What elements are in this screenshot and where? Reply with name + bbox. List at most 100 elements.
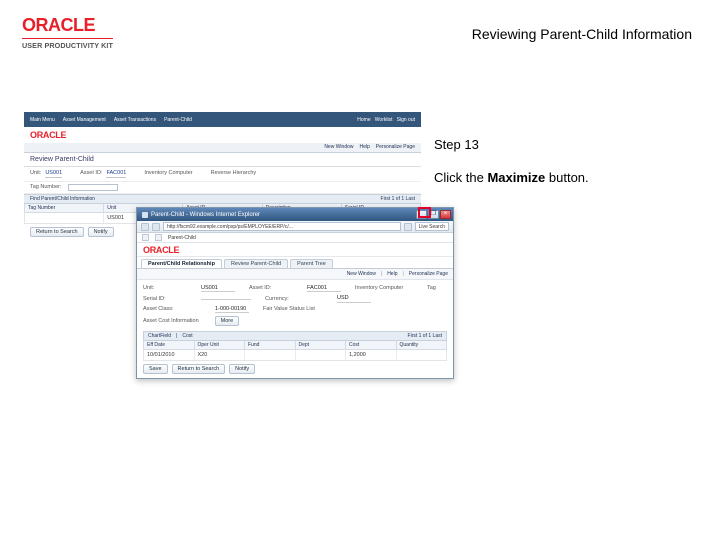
back-icon[interactable]: [141, 223, 149, 231]
cell: [397, 350, 447, 360]
page-subnav: New Window| Help| Personalize Page: [137, 269, 453, 280]
popup-grid-bar: ChartField | Cost First 1 of 1 Last: [143, 331, 447, 341]
page-link[interactable]: Help: [360, 144, 370, 152]
field-label: Asset ID:: [80, 170, 102, 178]
browser-tab[interactable]: Parent-Child: [168, 235, 196, 241]
minimize-button[interactable]: _: [416, 210, 427, 219]
tab-parent-tree[interactable]: Parent Tree: [290, 259, 333, 268]
field-value: USD: [337, 295, 371, 303]
grid-pager[interactable]: First 1 of 1 Last: [381, 196, 415, 202]
forward-icon[interactable]: [152, 223, 160, 231]
upk-logo: ORACLE USER PRODUCTIVITY KIT: [22, 15, 113, 50]
col[interactable]: Fund: [245, 341, 296, 349]
step-label: Step 13: [434, 137, 479, 152]
outer-field-row: Unit:US001 Asset ID:FAC001 Inventory Com…: [24, 167, 421, 182]
popup-button-row: Save Return to Search Notify: [143, 361, 447, 375]
field-value: 1-000-00190: [215, 306, 249, 314]
refresh-icon[interactable]: [404, 223, 412, 231]
col[interactable]: Tag Number: [25, 204, 104, 212]
nav-item[interactable]: Asset Management: [63, 117, 106, 123]
close-button[interactable]: ×: [440, 210, 451, 219]
outer-page-header: Review Parent-Child: [24, 153, 421, 167]
nav-item[interactable]: Parent-Child: [164, 117, 192, 123]
popup-body: Unit: US001 Asset ID: FAC001 Inventory C…: [137, 280, 453, 378]
field-value: US001: [201, 285, 235, 293]
tab-review-parent-child[interactable]: Review Parent-Child: [224, 259, 288, 268]
col[interactable]: Eff Date: [144, 341, 195, 349]
save-button[interactable]: Save: [143, 364, 168, 374]
field-value: FAC001: [307, 285, 341, 293]
field-label: Inventory Computer: [144, 170, 192, 178]
app-screenshot: Main Menu Asset Management Asset Transac…: [24, 112, 421, 374]
nav-link[interactable]: Home: [357, 117, 370, 123]
cell: 10/01/2010: [144, 350, 195, 360]
page-tabs: Parent/Child Relationship Review Parent-…: [137, 257, 453, 269]
field-value: US001: [45, 170, 62, 178]
col[interactable]: Dept: [296, 341, 347, 349]
browser-tabbar: Parent-Child: [137, 233, 453, 243]
page-link[interactable]: Personalize Page: [376, 144, 415, 152]
col[interactable]: Cost: [346, 341, 397, 349]
nav-item[interactable]: Main Menu: [30, 117, 55, 123]
grid-tab[interactable]: Cost: [182, 333, 192, 339]
cell: X20: [195, 350, 246, 360]
field-label: Currency:: [265, 296, 323, 302]
window-title: Parent-Child - Windows Internet Explorer: [151, 212, 260, 218]
search-box[interactable]: Live Search: [415, 222, 449, 231]
logo-divider: [22, 38, 113, 39]
cell: 1,2000: [346, 350, 397, 360]
browser-toolbar: http://fscm92.example.com/psp/ps/EMPLOYE…: [137, 221, 453, 233]
oracle-wordmark-small: ORACLE: [30, 130, 66, 140]
maximize-button[interactable]: ❐: [428, 210, 439, 219]
field-label: Reverse Hierarchy: [211, 170, 257, 178]
field-label: Unit:: [143, 285, 187, 291]
field-label: Inventory Computer: [355, 285, 413, 291]
outer-page-links: New Window Help Personalize Page: [24, 143, 421, 153]
page-link[interactable]: Personalize Page: [409, 271, 448, 277]
grid-title: Find Parent/Child Information: [30, 196, 95, 202]
page-title: Reviewing Parent-Child Information: [472, 26, 692, 42]
field-label: Fair Value Status List: [263, 306, 321, 312]
grid-tab[interactable]: ChartField: [148, 333, 171, 339]
window-icon: [142, 212, 148, 218]
return-to-search-button[interactable]: Return to Search: [30, 227, 84, 237]
outer-top-nav: Main Menu Asset Management Asset Transac…: [24, 112, 421, 127]
popup-window: Parent-Child - Windows Internet Explorer…: [136, 207, 454, 379]
field-label: Tag Number:: [30, 184, 62, 190]
grid-pager[interactable]: First 1 of 1 Last: [408, 333, 442, 339]
tab-parent-child-relationship[interactable]: Parent/Child Relationship: [141, 259, 222, 268]
step-instruction: Click the Maximize button.: [434, 170, 589, 185]
address-bar[interactable]: http://fscm92.example.com/psp/ps/EMPLOYE…: [163, 222, 401, 231]
more-button[interactable]: More: [215, 316, 240, 326]
nav-link[interactable]: Sign out: [397, 117, 415, 123]
field-label: Asset ID:: [249, 285, 293, 291]
nav-link[interactable]: Worklist: [375, 117, 393, 123]
field-label: Serial ID:: [143, 296, 187, 302]
popup-titlebar[interactable]: Parent-Child - Windows Internet Explorer…: [137, 208, 453, 221]
favorites-icon[interactable]: [142, 234, 149, 241]
section-label: Asset Cost Information: [143, 318, 199, 324]
field-value: FAC001: [106, 170, 126, 178]
nav-item[interactable]: Asset Transactions: [114, 117, 156, 123]
instruction-suffix: button.: [545, 170, 588, 185]
notify-button[interactable]: Notify: [88, 227, 114, 237]
oracle-wordmark-small: ORACLE: [143, 245, 179, 255]
col[interactable]: Quantity: [397, 341, 447, 349]
return-to-search-button[interactable]: Return to Search: [172, 364, 226, 374]
outer-grid-header: Find Parent/Child Information First 1 of…: [24, 194, 421, 204]
field-label: Tag: [427, 285, 471, 291]
cell: [245, 350, 296, 360]
tab-icon: [155, 234, 162, 241]
col[interactable]: Oper Unit: [195, 341, 246, 349]
cell: [296, 350, 347, 360]
popup-grid-cols: Eff Date Oper Unit Fund Dept Cost Quanti…: [143, 341, 447, 350]
field-value: [201, 298, 251, 300]
page-link[interactable]: New Window: [324, 144, 353, 152]
inner-logo-row: ORACLE: [137, 243, 453, 257]
page-link[interactable]: New Window: [347, 271, 376, 277]
page-link[interactable]: Help: [387, 271, 397, 277]
popup-grid-row[interactable]: 10/01/2010 X20 1,2000: [143, 350, 447, 361]
outer-logo-row: ORACLE: [24, 127, 421, 143]
tag-input[interactable]: [68, 184, 118, 191]
notify-button[interactable]: Notify: [229, 364, 255, 374]
